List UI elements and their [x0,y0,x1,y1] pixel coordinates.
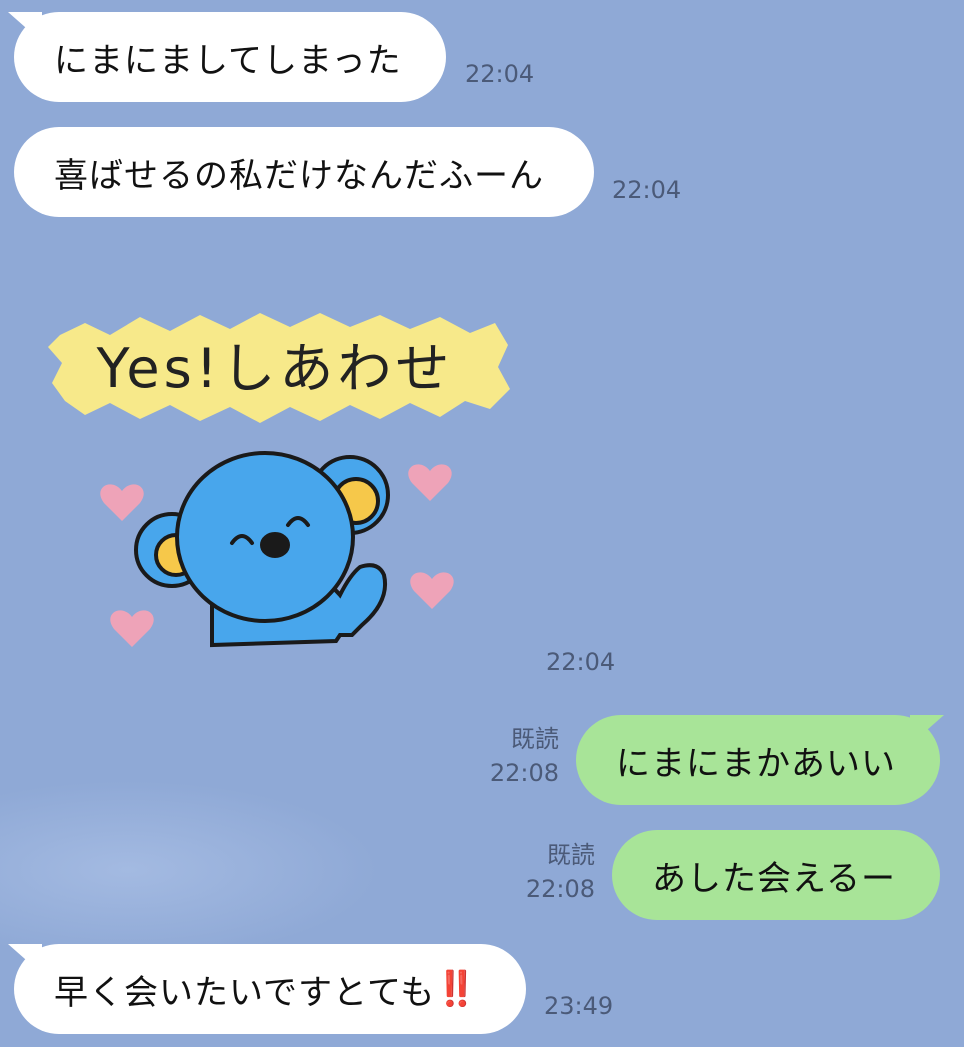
heart-icon [410,572,454,609]
read-receipt: 既読 22:08 [526,838,595,906]
message-text: 喜ばせるの私だけなんだふーん [54,155,544,196]
heart-icon [408,464,452,501]
heart-icon [110,610,154,647]
heart-icon [100,484,144,521]
message-bubble[interactable]: 喜ばせるの私だけなんだふーん [14,127,594,217]
message-bubble[interactable]: にまにましてしまった [14,12,446,102]
sticker-text: Yes!しあわせ [96,337,454,400]
message-text: にまにまかあいい [616,743,896,784]
message-bubble[interactable]: にまにまかあいい [576,715,940,805]
read-receipt: 既読 22:08 [490,722,559,790]
read-label: 既読 [511,725,559,753]
message-time: 23:49 [544,992,614,1020]
background-cloud [0,780,380,960]
double-exclamation-icon: ‼️ [435,969,477,1009]
message-text: にまにましてしまった [54,40,402,81]
message-bubble[interactable]: あした会えるー [612,830,940,920]
chat-view: にまにましてしまった 22:04 喜ばせるの私だけなんだふーん 22:04 Ye… [0,0,964,1047]
message-time: 22:04 [465,60,535,88]
message-time: 22:04 [546,648,616,676]
sticker-koala-yes-shiawase[interactable]: Yes!しあわせ [40,305,520,665]
message-bubble[interactable]: 早く会いたいですとても ‼️ [14,944,526,1034]
message-text: あした会えるー [652,858,896,899]
message-time: 22:08 [525,875,595,903]
read-label: 既読 [547,841,595,869]
message-time: 22:04 [612,176,682,204]
message-time: 22:08 [489,759,559,787]
message-text: 早く会いたいですとても [54,972,436,1013]
